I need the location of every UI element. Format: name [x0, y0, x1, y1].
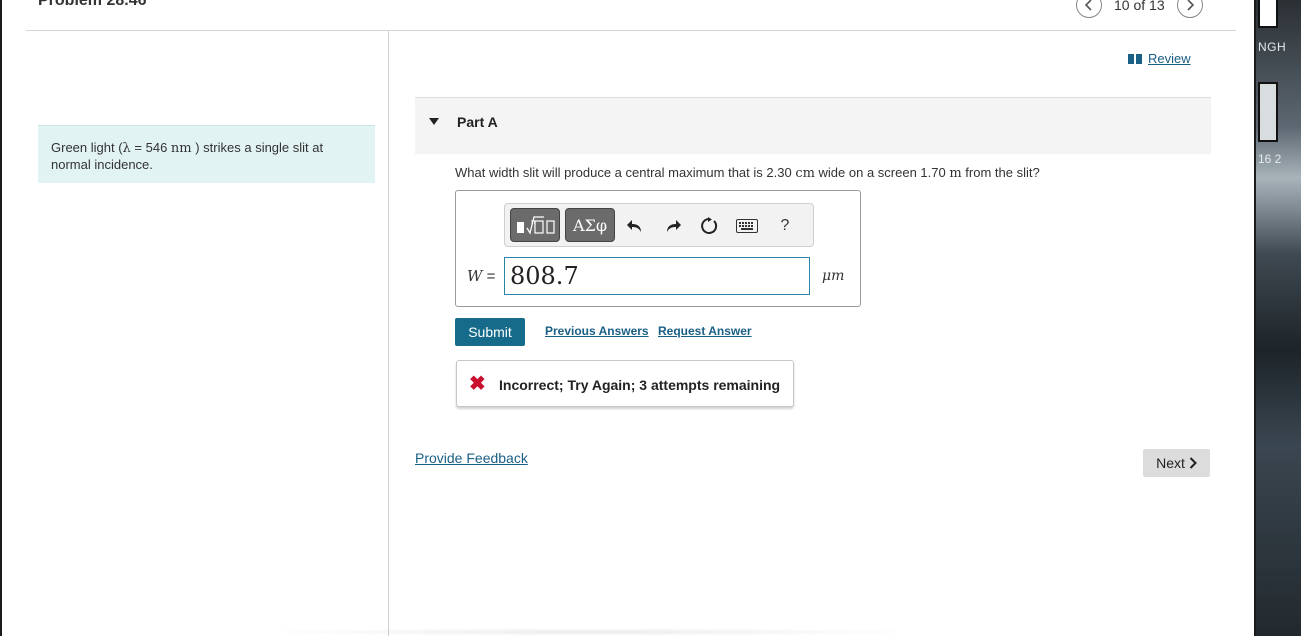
answer-input[interactable]: 808.7: [504, 257, 810, 295]
keyboard-button[interactable]: [735, 214, 759, 238]
reset-icon: [701, 217, 718, 234]
book-icon: [1128, 53, 1142, 64]
next-problem-button[interactable]: [1176, 0, 1203, 18]
header-divider: [26, 30, 1236, 31]
background-frame: [1258, 0, 1278, 28]
math-toolbar: n ΑΣφ ?: [504, 203, 814, 247]
part-a-header[interactable]: Part A: [415, 97, 1211, 154]
x-icon: ✖: [469, 373, 486, 395]
prev-problem-button[interactable]: [1076, 0, 1102, 18]
reset-button[interactable]: [699, 214, 719, 238]
unit-text: m: [949, 166, 962, 181]
background-window: NGH 16 2: [1256, 0, 1301, 636]
answer-unit: μm: [822, 268, 845, 284]
question-part: from the slit?: [961, 165, 1040, 180]
submit-button[interactable]: Submit: [455, 318, 525, 346]
answer-variable: W =: [467, 267, 495, 285]
equals-sign: =: [482, 268, 496, 285]
column-divider: [388, 31, 389, 636]
chevron-right-icon: [1187, 0, 1194, 11]
question-text: What width slit will produce a central m…: [455, 165, 1040, 181]
question-part: wide on a screen 1.70: [814, 165, 950, 180]
templates-icon: n: [517, 216, 555, 235]
question-part: What width slit will produce a central m…: [455, 165, 796, 180]
provide-feedback-link[interactable]: Provide Feedback: [415, 450, 528, 466]
left-edge: [0, 0, 2, 636]
greek-button[interactable]: ΑΣφ: [565, 208, 615, 242]
next-label: Next: [1156, 455, 1185, 471]
review-label: Review: [1148, 51, 1191, 66]
templates-button[interactable]: n: [510, 208, 560, 242]
pager-count: 10 of 13: [1114, 0, 1165, 13]
help-button[interactable]: ?: [775, 214, 795, 238]
intro-text: Green light (: [51, 140, 123, 155]
intro-text: = 546: [130, 140, 171, 155]
background-frame: [1258, 82, 1278, 142]
request-answer-link[interactable]: Request Answer: [658, 324, 752, 338]
collapse-triangle-icon: [429, 118, 439, 125]
unit-text: cm: [795, 166, 815, 181]
background-text: 16 2: [1258, 152, 1282, 166]
pager: 10 of 13: [1076, 0, 1203, 18]
bottom-shadow: [250, 628, 930, 636]
background-text: NGH: [1258, 40, 1287, 54]
answer-box: n ΑΣφ ? W = 808.7 μm: [455, 190, 861, 307]
undo-button[interactable]: [625, 214, 645, 238]
feedback-message: Incorrect; Try Again; 3 attempts remaini…: [499, 377, 781, 393]
keyboard-icon: [736, 219, 758, 233]
lambda-symbol: λ: [122, 141, 131, 156]
undo-icon: [627, 220, 641, 232]
problem-title: Problem 28.46: [38, 0, 147, 9]
part-label: Part A: [457, 114, 498, 130]
variable-symbol: W: [467, 267, 483, 285]
feedback-box: ✖ Incorrect; Try Again; 3 attempts remai…: [456, 360, 794, 407]
redo-icon: [667, 220, 681, 232]
previous-answers-link[interactable]: Previous Answers: [545, 324, 649, 338]
review-link[interactable]: Review: [1128, 51, 1191, 66]
problem-statement: Green light (λ = 546 nm ) strikes a sing…: [38, 125, 375, 183]
redo-button[interactable]: [663, 214, 683, 238]
unit-text: nm: [170, 141, 192, 156]
chevron-right-icon: [1189, 457, 1197, 469]
chevron-left-icon: [1085, 0, 1092, 11]
next-button[interactable]: Next: [1143, 449, 1210, 477]
